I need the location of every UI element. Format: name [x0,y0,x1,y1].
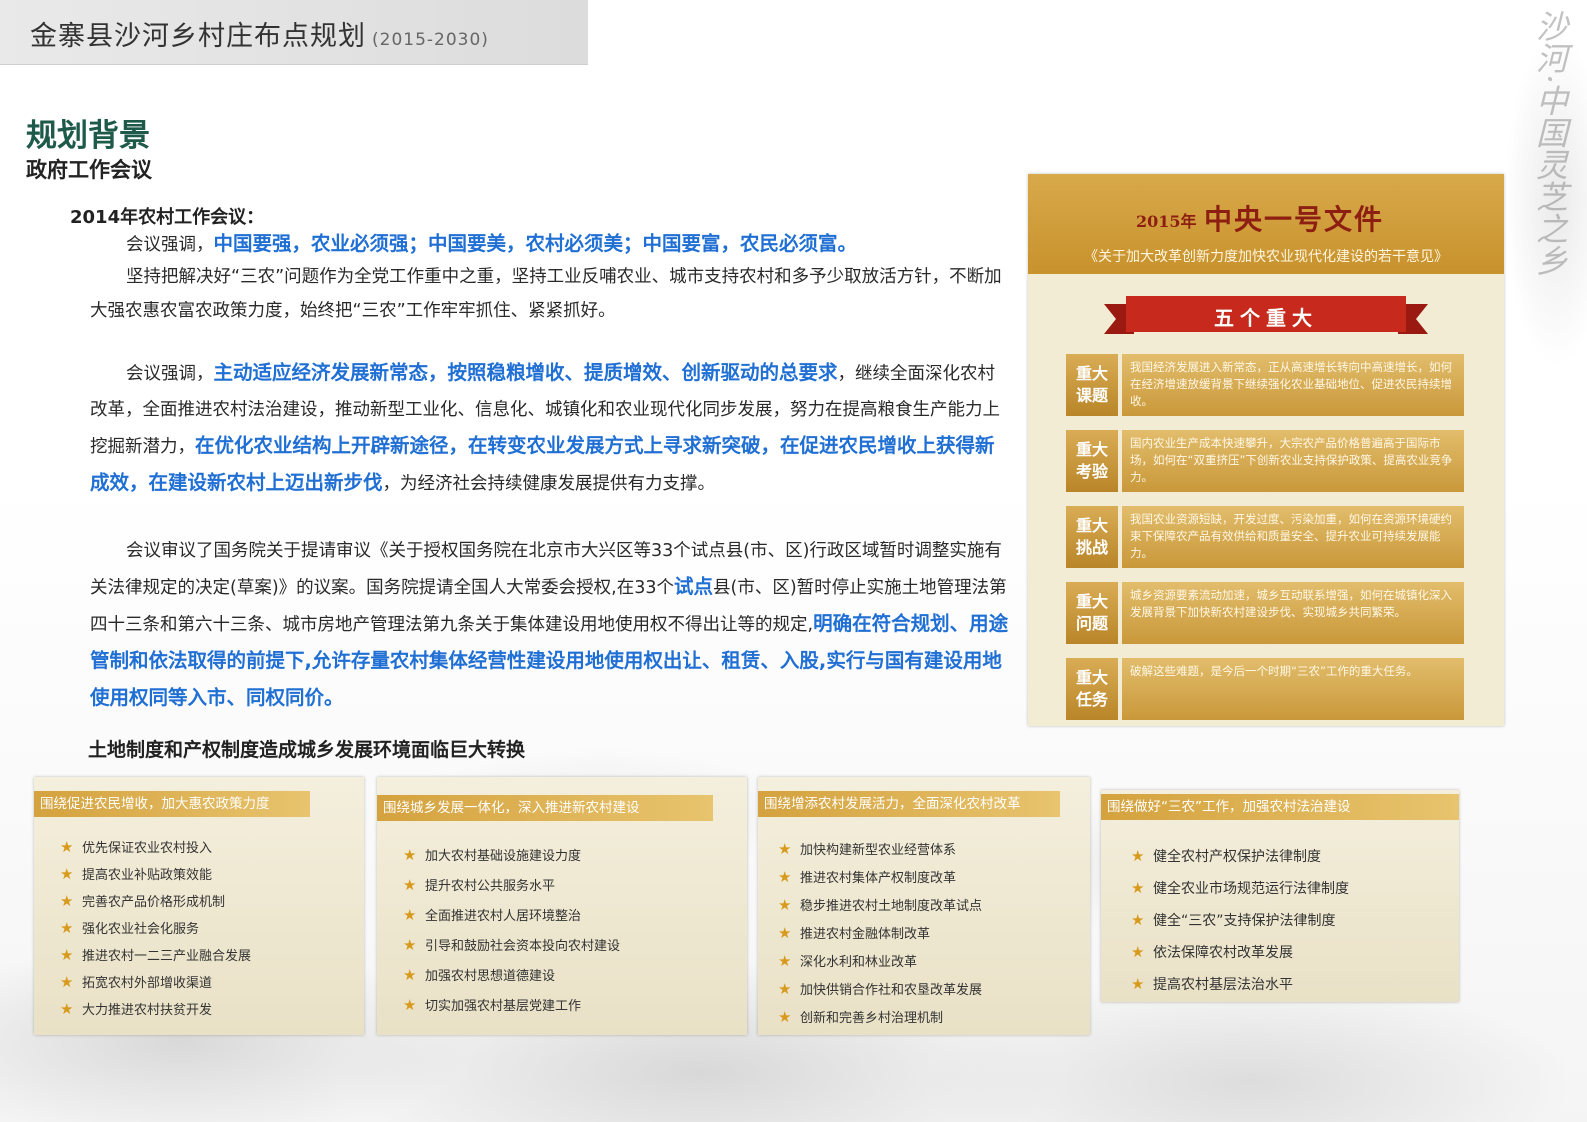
list-item: ★ 依法保障农村改革发展 [1131,943,1293,961]
star-icon: ★ [403,936,417,954]
major-text: 我国经济发展进入新常态，正从高速增长转向中高速增长，如何在经济增速放缓背景下继续… [1122,354,1464,416]
star-icon: ★ [1131,943,1145,961]
list-item: ★ 健全农业市场规范运行法律制度 [1131,879,1349,897]
list-item: ★ 创新和完善乡村治理机制 [778,1008,944,1026]
ribbon-text: 五个重大 [1214,306,1318,330]
list-item: ★ 推进农村金融体制改革 [778,924,931,942]
highlight-slogan: 中国要强，农业必须强；中国要美，农村必须美；中国要富，农民必须富。 [213,232,858,255]
card-title: 围绕城乡发展一体化，深入推进新农村建设 [377,795,713,821]
list-item: ★ 大力推进农村扶贫开发 [60,1000,213,1018]
star-icon: ★ [778,1008,792,1026]
major-row: 重大 挑战 我国农业资源短缺，开发过度、污染加重，如何在资源环境硬约束下保障农产品… [1066,506,1464,568]
star-icon: ★ [778,868,792,886]
major-text: 城乡资源要素流动加速，城乡互动联系增强，如何在城镇化深入发展背景下加快新农村建设… [1122,582,1464,644]
document-year: 2015年 [1136,212,1197,231]
star-icon: ★ [403,906,417,924]
header-band: 金寨县沙河乡村庄布点规划 (2015-2030) [0,0,588,65]
star-icon: ★ [778,840,792,858]
star-icon: ★ [60,946,74,964]
document-header: 2015年 中央一号文件 《关于加大改革创新力度加快农业现代化建设的若干意见》 [1028,174,1504,274]
central-document-image: 2015年 中央一号文件 《关于加大改革创新力度加快农业现代化建设的若干意见》 … [1028,174,1504,726]
list-item: ★ 全面推进农村人居环境整治 [403,906,582,924]
list-item: ★ 加快构建新型农业经营体系 [778,840,957,858]
star-icon: ★ [403,876,417,894]
highlight-pilot: 试点 [673,575,713,598]
list-item: ★ 加快供销合作社和农垦改革发展 [778,980,983,998]
list-item: ★ 拓宽农村外部增收渠道 [60,973,213,991]
policy-card-urban-rural: 围绕城乡发展一体化，深入推进新农村建设 ★ 加大农村基础设施建设力度 ★ 提升农村公… [377,777,747,1035]
major-text: 我国农业资源短缺，开发过度、污染加重，如何在资源环境硬约束下保障农产品有效供给和… [1122,506,1464,568]
major-text: 破解这些难题，是今后一个时期“三农”工作的重大任务。 [1122,658,1464,720]
major-tag: 重大 挑战 [1066,506,1118,568]
list-item: ★ 健全“三农”支持保护法律制度 [1131,911,1336,929]
list-item: ★ 深化水利和林业改革 [778,952,918,970]
side-motto: 沙河·中国灵芝之乡 [1531,10,1569,277]
list-item: ★ 提高农业补贴政策效能 [60,865,213,883]
ribbon-banner: 五个重大 [1104,294,1428,340]
star-icon: ★ [60,838,74,856]
list-item: ★ 优先保证农业农村投入 [60,838,213,856]
star-icon: ★ [60,1000,74,1018]
policy-card-farmer-income: 围绕促进农民增收，加大惠农政策力度 ★ 优先保证农业农村投入 ★ 提高农业补贴政策效… [34,777,364,1035]
plan-years: (2015-2030) [372,30,489,50]
list-item: ★ 加大农村基础设施建设力度 [403,846,582,864]
star-icon: ★ [403,996,417,1014]
star-icon: ★ [778,896,792,914]
star-icon: ★ [1131,975,1145,993]
star-icon: ★ [1131,879,1145,897]
card-title: 围绕增添农村发展活力，全面深化农村改革 [758,791,1060,817]
list-item: ★ 加强农村思想道德建设 [403,966,556,984]
policy-card-rural-reform: 围绕增添农村发展活力，全面深化农村改革 ★ 加快构建新型农业经营体系 ★ 推进农村集… [758,777,1090,1035]
paragraph-4: 会议审议了国务院关于提请审议《关于授权国务院在北京市大兴区等33个试点县(市、区… [90,541,1009,709]
major-text: 国内农业生产成本快速攀升，大宗农产品价格普遍高于国际市场，如何在“双重挤压”下创… [1122,430,1464,492]
document-name: 中央一号文件 [1204,203,1385,236]
star-icon: ★ [778,952,792,970]
list-item: ★ 切实加强农村基层党建工作 [403,996,582,1014]
paragraph-3: 会议强调，主动适应经济发展新常态，按照稳粮增收、提质增效、创新驱动的总要求，继续… [90,361,1000,494]
section-subtitle: 政府工作会议 [26,158,152,182]
policy-card-rule-of-law: 围绕做好“三农”工作，加强农村法治建设 ★ 健全农村产权保护法律制度 ★ 健全农业市… [1101,790,1459,1002]
star-icon: ★ [778,924,792,942]
card-title: 围绕促进农民增收，加大惠农政策力度 [34,791,310,817]
major-row: 重大 课题 我国经济发展进入新常态，正从高速增长转向中高速增长，如何在经济增速放缓… [1066,354,1464,416]
major-row: 重大 任务 破解这些难题，是今后一个时期“三农”工作的重大任务。 [1066,658,1464,720]
major-tag: 重大 课题 [1066,354,1118,416]
star-icon: ★ [1131,847,1145,865]
major-tag: 重大 问题 [1066,582,1118,644]
list-item: ★ 提高农村基层法治水平 [1131,975,1293,993]
section-title: 规划背景 [26,118,150,154]
star-icon: ★ [60,919,74,937]
list-item: ★ 健全农村产权保护法律制度 [1131,847,1321,865]
paragraph-1: 会议强调，中国要强，农业必须强；中国要美，农村必须美；中国要富，农民必须富。 [126,232,858,255]
list-item: ★ 完善农产品价格形成机制 [60,892,226,910]
list-item: ★ 提升农村公共服务水平 [403,876,556,894]
card-title: 围绕做好“三农”工作，加强农村法治建设 [1101,794,1459,820]
list-item: ★ 推进农村一二三产业融合发展 [60,946,252,964]
page-title: 金寨县沙河乡村庄布点规划 (2015-2030) [30,21,489,52]
highlight-requirement: 主动适应经济发展新常态，按照稳粮增收、提质增效、创新驱动的总要求 [213,361,838,384]
star-icon: ★ [1131,911,1145,929]
list-item: ★ 稳步推进农村土地制度改革试点 [778,896,983,914]
paragraph-2: 坚持把解决好“三农”问题作为全党工作重中之重，坚持工业反哺农业、城市支持农村和多… [90,267,1002,321]
major-row: 重大 考验 国内农业生产成本快速攀升，大宗农产品价格普遍高于国际市场，如何在“双重… [1066,430,1464,492]
major-tag: 重大 任务 [1066,658,1118,720]
star-icon: ★ [403,846,417,864]
star-icon: ★ [60,973,74,991]
major-row: 重大 问题 城乡资源要素流动加速，城乡互动联系增强，如何在城镇化深入发展背景下加快… [1066,582,1464,644]
list-item: ★ 推进农村集体产权制度改革 [778,868,957,886]
star-icon: ★ [403,966,417,984]
star-icon: ★ [60,865,74,883]
land-system-title: 土地制度和产权制度造成城乡发展环境面临巨大转换 [88,739,526,761]
star-icon: ★ [778,980,792,998]
list-item: ★ 强化农业社会化服务 [60,919,200,937]
document-subtitle: 《关于加大改革创新力度加快农业现代化建设的若干意见》 [1084,249,1448,265]
star-icon: ★ [60,892,74,910]
list-item: ★ 引导和鼓励社会资本投向农村建设 [403,936,621,954]
major-tag: 重大 考验 [1066,430,1118,492]
